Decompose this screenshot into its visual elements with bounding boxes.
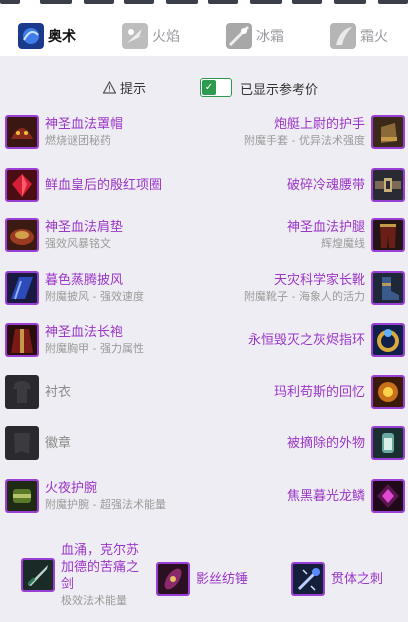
gear-slot-shoulder[interactable]: 神圣血法肩垫 强效风暴铭文 bbox=[5, 215, 123, 255]
gear-slot-trinket1[interactable]: 玛利苟斯的回忆 bbox=[274, 372, 405, 412]
bracer-icon bbox=[5, 479, 39, 513]
item-enchant: 附魔靴子 - 海象人的活力 bbox=[244, 290, 365, 303]
gloves-icon bbox=[371, 115, 405, 149]
check-icon: ✓ bbox=[202, 80, 216, 95]
gear-slot-hands[interactable]: 炮艇上尉的护手 附魔手套 - 优异法术强度 bbox=[244, 112, 405, 152]
item-enchant: 极效法术能量 bbox=[61, 594, 127, 607]
frost-spec-icon bbox=[226, 23, 252, 49]
item-enchant: 附魔手套 - 优异法术强度 bbox=[244, 134, 365, 147]
item-name: 火夜护腕 bbox=[45, 481, 98, 496]
wand-icon bbox=[291, 562, 325, 596]
item-name: 暮色蒸腾披风 bbox=[45, 273, 124, 288]
item-name: 焦黑暮光龙鳞 bbox=[286, 488, 365, 504]
hint-button[interactable]: 提示 bbox=[103, 78, 146, 97]
item-name: 破碎冷魂腰带 bbox=[286, 177, 365, 193]
item-name: 衬衣 bbox=[45, 384, 72, 400]
show-reference-toggle[interactable]: ✓ bbox=[200, 78, 232, 97]
item-name: 贯体之刺 bbox=[331, 571, 384, 587]
item-enchant: 附魔胸甲 - 强力属性 bbox=[45, 342, 144, 355]
item-name: 神圣血法长袍 bbox=[45, 325, 124, 340]
gear-slot-off-hand[interactable]: 影丝纺锤 bbox=[156, 562, 248, 596]
item-enchant: 强效风暴铭文 bbox=[45, 237, 111, 250]
shoulder-icon bbox=[5, 218, 39, 252]
boots-icon bbox=[371, 271, 405, 305]
tabard-slot-icon bbox=[5, 426, 39, 460]
gear-row: 神圣血法罩帽 燃烧谜团秘药 炮艇上尉的护手 附魔手套 - 优异法术强度 bbox=[0, 112, 408, 152]
item-name: 鲜血皇后的殷红项圈 bbox=[45, 177, 163, 193]
gear-slot-trinket2[interactable]: 被摘除的外物 bbox=[287, 423, 405, 463]
arcane-spec-icon bbox=[18, 23, 44, 49]
item-name: 被摘除的外物 bbox=[286, 435, 365, 451]
sword-icon bbox=[21, 558, 55, 592]
tab-arcane[interactable]: 奥术 bbox=[18, 22, 76, 50]
spec-tabs: 奥术 火焰 冰霜 霜火 bbox=[0, 10, 408, 56]
legs-icon bbox=[371, 218, 405, 252]
gear-slot-back[interactable]: 暮色蒸腾披风 附魔披风 - 强效速度 bbox=[5, 268, 144, 308]
item-name: 影丝纺锤 bbox=[196, 571, 249, 587]
item-enchant: 辉煌魔线 bbox=[321, 237, 365, 250]
item-enchant: 燃烧谜团秘药 bbox=[45, 134, 111, 147]
options-row: 提示 ✓ 已显示参考价 bbox=[0, 76, 408, 98]
necklace-icon bbox=[5, 168, 39, 202]
item-name: 神圣血法罩帽 bbox=[45, 117, 124, 132]
gear-row: 神圣血法长袍 附魔胸甲 - 强力属性 永恒毁灭之灰烬指环 bbox=[0, 320, 408, 360]
tab-label: 冰霜 bbox=[256, 29, 284, 45]
gear-slot-head[interactable]: 神圣血法罩帽 燃烧谜团秘药 bbox=[5, 112, 123, 152]
fire-spec-icon bbox=[122, 23, 148, 49]
gear-slot-ranged[interactable]: 贯体之刺 bbox=[291, 562, 383, 596]
cloak-icon bbox=[5, 271, 39, 305]
trinket-extract-icon bbox=[371, 426, 405, 460]
gear-slot-shirt[interactable]: 衬衣 bbox=[5, 372, 71, 412]
trinket-scale-icon bbox=[371, 479, 405, 513]
top-scroll-strip bbox=[0, 0, 408, 6]
gear-slot-legs[interactable]: 神圣血法护腿 辉煌魔线 bbox=[287, 215, 405, 255]
gear-row: 神圣血法肩垫 强效风暴铭文 神圣血法护腿 辉煌魔线 bbox=[0, 215, 408, 255]
gear-slot-trinket3[interactable]: 焦黑暮光龙鳞 bbox=[287, 476, 405, 516]
gear-slot-main-hand[interactable]: 血涌，克尔苏加德的苦痛之剑 极效法术能量 bbox=[21, 542, 145, 608]
tab-frostfire[interactable]: 霜火 bbox=[330, 22, 388, 50]
offhand-spindle-icon bbox=[156, 562, 190, 596]
item-enchant: 附魔披风 - 强效速度 bbox=[45, 290, 144, 303]
gear-slot-chest[interactable]: 神圣血法长袍 附魔胸甲 - 强力属性 bbox=[5, 320, 144, 360]
helm-icon bbox=[5, 115, 39, 149]
warning-icon bbox=[103, 81, 116, 94]
frostfire-spec-icon bbox=[330, 23, 356, 49]
tab-fire[interactable]: 火焰 bbox=[122, 22, 180, 50]
gear-slot-neck[interactable]: 鲜血皇后的殷红项圈 bbox=[5, 165, 162, 205]
item-name: 天灾科学家长靴 bbox=[273, 273, 365, 288]
gear-row: 徽章 被摘除的外物 bbox=[0, 423, 408, 463]
trinket-memories-icon bbox=[371, 375, 405, 409]
item-name: 永恒毁灭之灰烬指环 bbox=[247, 332, 365, 348]
item-name: 神圣血法肩垫 bbox=[45, 220, 124, 235]
tab-label: 霜火 bbox=[360, 29, 388, 45]
item-name: 神圣血法护腿 bbox=[286, 220, 365, 235]
gear-slot-wrist[interactable]: 火夜护腕 附魔护腕 - 超强法术能量 bbox=[5, 476, 166, 516]
tab-label: 奥术 bbox=[48, 29, 76, 45]
ring-icon bbox=[371, 323, 405, 357]
gear-row: 暮色蒸腾披风 附魔披风 - 强效速度 天灾科学家长靴 附魔靴子 - 海象人的活力 bbox=[0, 268, 408, 308]
gear-slot-feet[interactable]: 天灾科学家长靴 附魔靴子 - 海象人的活力 bbox=[244, 268, 405, 308]
belt-icon bbox=[371, 168, 405, 202]
robe-icon bbox=[5, 323, 39, 357]
hint-label: 提示 bbox=[120, 82, 147, 97]
gear-slot-finger[interactable]: 永恒毁灭之灰烬指环 bbox=[248, 320, 405, 360]
tab-frost[interactable]: 冰霜 bbox=[226, 22, 284, 50]
gear-row: 衬衣 玛利苟斯的回忆 bbox=[0, 372, 408, 412]
item-name: 玛利苟斯的回忆 bbox=[273, 384, 365, 400]
item-name: 血涌，克尔苏加德的苦痛之剑 bbox=[61, 543, 140, 592]
show-reference-label: 已显示参考价 bbox=[240, 83, 319, 98]
item-enchant: 附魔护腕 - 超强法术能量 bbox=[45, 498, 166, 511]
weapons-row: 血涌，克尔苏加德的苦痛之剑 极效法术能量 影丝纺锤 贯体之刺 bbox=[0, 540, 408, 620]
gear-panel: 提示 ✓ 已显示参考价 神圣血法罩帽 燃烧谜团秘药 炮艇上尉的护手 附魔手套 -… bbox=[0, 56, 408, 622]
gear-row: 鲜血皇后的殷红项圈 破碎冷魂腰带 bbox=[0, 165, 408, 205]
item-name: 徽章 bbox=[45, 435, 72, 451]
gear-slot-tabard[interactable]: 徽章 bbox=[5, 423, 71, 463]
shirt-slot-icon bbox=[5, 375, 39, 409]
gear-row: 火夜护腕 附魔护腕 - 超强法术能量 焦黑暮光龙鳞 bbox=[0, 476, 408, 516]
gear-slot-waist[interactable]: 破碎冷魂腰带 bbox=[287, 165, 405, 205]
tab-label: 火焰 bbox=[152, 29, 180, 45]
item-name: 炮艇上尉的护手 bbox=[273, 117, 365, 132]
